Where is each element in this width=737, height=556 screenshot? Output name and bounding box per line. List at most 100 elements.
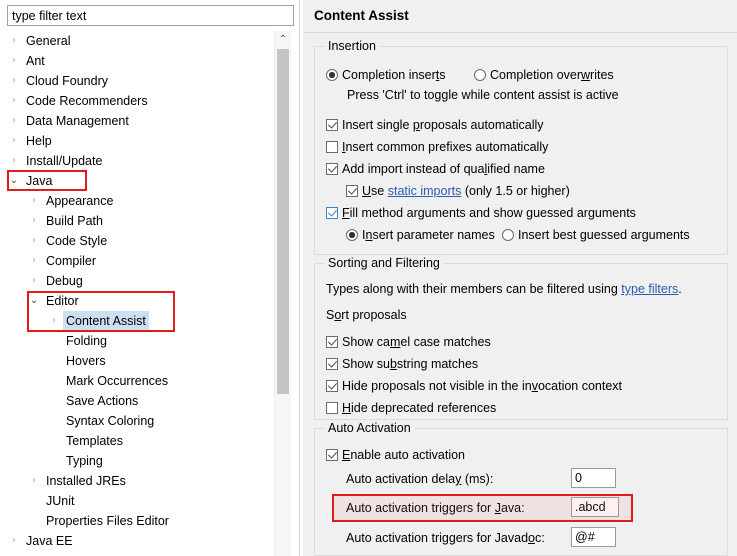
chevron-right-icon[interactable]: › xyxy=(6,71,22,91)
show-camel-case-checkbox[interactable]: Show camel case matches xyxy=(326,333,491,351)
static-imports-link[interactable]: static imports xyxy=(388,184,462,198)
scroll-up-arrow-icon[interactable]: ⌃ xyxy=(275,31,291,48)
chevron-right-icon[interactable]: › xyxy=(26,191,42,211)
chevron-right-icon[interactable]: › xyxy=(6,131,22,151)
tree-item-label: Install/Update xyxy=(26,154,103,168)
enable-auto-activation-checkbox[interactable]: Enable auto activation xyxy=(326,446,465,464)
hide-not-visible-checkbox[interactable]: Hide proposals not visible in the invoca… xyxy=(326,377,622,395)
completion-inserts-radio[interactable]: Completion inserts xyxy=(326,66,446,84)
preferences-tree[interactable]: › General › Ant › Cloud Foundry › Code Recommen… xyxy=(0,31,272,556)
checkbox-indicator[interactable] xyxy=(326,402,338,414)
completion-overwrites-radio[interactable]: Completion overwrites xyxy=(474,66,614,84)
completion-inserts-label: Completion inserts xyxy=(342,68,446,82)
tree-item-properties-files-editor[interactable]: Properties Files Editor xyxy=(0,511,272,531)
chevron-down-icon[interactable]: ⌄ xyxy=(6,171,22,191)
checkbox-indicator[interactable] xyxy=(326,380,338,392)
tree-item-folding[interactable]: Folding xyxy=(0,331,272,351)
tree-item-general[interactable]: › General xyxy=(0,31,272,51)
insert-common-prefixes-checkbox[interactable]: Insert common prefixes automatically xyxy=(326,138,548,156)
auto-activation-delay-input[interactable] xyxy=(571,468,616,488)
tree-item-label: Mark Occurrences xyxy=(66,374,169,388)
insert-parameter-names-label: Insert parameter names xyxy=(362,228,495,242)
filter-input[interactable] xyxy=(7,5,294,26)
chevron-right-icon[interactable]: › xyxy=(26,271,42,291)
tree-item-data-management[interactable]: › Data Management xyxy=(0,111,272,131)
auto-activation-group-title: Auto Activation xyxy=(324,420,415,436)
tree-item-code-recommenders[interactable]: › Code Recommenders xyxy=(0,91,272,111)
checkbox-indicator[interactable] xyxy=(326,449,338,461)
chevron-right-icon[interactable]: › xyxy=(26,251,42,271)
chevron-right-icon[interactable]: › xyxy=(46,311,62,331)
chevron-right-icon[interactable]: › xyxy=(26,471,42,491)
tree-scrollbar[interactable]: ⌃ xyxy=(274,31,291,556)
tree-item-editor[interactable]: ⌄ Editor xyxy=(0,291,272,311)
tree-item-compiler[interactable]: › Compiler xyxy=(0,251,272,271)
hide-deprecated-label: Hide deprecated references xyxy=(342,401,497,415)
use-static-imports-checkbox[interactable]: Use static imports (only 1.5 or higher) xyxy=(346,182,570,200)
chevron-down-icon[interactable]: ⌄ xyxy=(26,291,42,311)
insert-parameter-names-radio[interactable]: Insert parameter names xyxy=(346,226,495,244)
tree-item-install-update[interactable]: › Install/Update xyxy=(0,151,272,171)
tree-item-debug[interactable]: › Debug xyxy=(0,271,272,291)
sorting-filtering-group-title: Sorting and Filtering xyxy=(324,255,444,271)
checkbox-indicator[interactable] xyxy=(326,141,338,153)
fill-method-arguments-label: Fill method arguments and show guessed a… xyxy=(342,206,636,220)
tree-item-label: Save Actions xyxy=(66,394,139,408)
hide-not-visible-label: Hide proposals not visible in the invoca… xyxy=(342,379,623,393)
tree-item-templates[interactable]: Templates xyxy=(0,431,272,451)
scrollbar-thumb[interactable] xyxy=(277,49,289,394)
tree-item-ant[interactable]: › Ant xyxy=(0,51,272,71)
chevron-right-icon[interactable]: › xyxy=(6,51,22,71)
radio-indicator[interactable] xyxy=(326,69,338,81)
tree-item-save-actions[interactable]: Save Actions xyxy=(0,391,272,411)
tree-item-appearance[interactable]: › Appearance xyxy=(0,191,272,211)
page-title: Content Assist xyxy=(314,8,409,23)
tree-item-label: Typing xyxy=(66,454,103,468)
chevron-right-icon[interactable]: › xyxy=(26,211,42,231)
checkbox-indicator[interactable] xyxy=(326,336,338,348)
tree-item-build-path[interactable]: › Build Path xyxy=(0,211,272,231)
radio-indicator[interactable] xyxy=(474,69,486,81)
tree-item-hovers[interactable]: Hovers xyxy=(0,351,272,371)
tree-item-mark-occurrences[interactable]: Mark Occurrences xyxy=(0,371,272,391)
chevron-right-icon[interactable]: › xyxy=(6,31,22,51)
checkbox-indicator[interactable] xyxy=(326,358,338,370)
checkbox-indicator[interactable] xyxy=(326,207,338,219)
chevron-right-icon[interactable]: › xyxy=(6,91,22,111)
insert-best-guessed-radio[interactable]: Insert best guessed arguments xyxy=(502,226,690,244)
auto-activation-java-triggers-input[interactable] xyxy=(571,497,619,517)
chevron-right-icon[interactable]: › xyxy=(6,111,22,131)
tree-item-java[interactable]: ⌄ Java xyxy=(0,171,272,191)
chevron-right-icon[interactable]: › xyxy=(26,231,42,251)
tree-item-content-assist[interactable]: › Content Assist xyxy=(0,311,272,331)
show-substring-label: Show substring matches xyxy=(342,357,479,371)
radio-indicator[interactable] xyxy=(502,229,514,241)
add-import-checkbox[interactable]: Add import instead of qualified name xyxy=(326,160,545,178)
auto-activation-javadoc-triggers-input[interactable] xyxy=(571,527,616,547)
tree-item-typing[interactable]: Typing xyxy=(0,451,272,471)
fill-method-arguments-checkbox[interactable]: Fill method arguments and show guessed a… xyxy=(326,204,636,222)
radio-indicator[interactable] xyxy=(346,229,358,241)
checkbox-indicator[interactable] xyxy=(346,185,358,197)
tree-item-label: Help xyxy=(26,134,52,148)
hide-deprecated-checkbox[interactable]: Hide deprecated references xyxy=(326,399,496,417)
checkbox-indicator[interactable] xyxy=(326,119,338,131)
insertion-group-title: Insertion xyxy=(324,38,380,54)
tree-item-help[interactable]: › Help xyxy=(0,131,272,151)
chevron-right-icon[interactable]: › xyxy=(6,531,22,551)
tree-item-label: Build Path xyxy=(46,214,103,228)
tree-item-syntax-coloring[interactable]: Syntax Coloring xyxy=(0,411,272,431)
show-camel-case-label: Show camel case matches xyxy=(342,335,491,349)
chevron-right-icon[interactable]: › xyxy=(6,151,22,171)
show-substring-checkbox[interactable]: Show substring matches xyxy=(326,355,478,373)
checkbox-indicator[interactable] xyxy=(326,163,338,175)
tree-item-junit[interactable]: JUnit xyxy=(0,491,272,511)
tree-item-java-ee[interactable]: › Java EE xyxy=(0,531,272,551)
tree-item-label: Data Management xyxy=(26,114,129,128)
type-filters-link[interactable]: type filters xyxy=(621,282,678,296)
insert-single-proposals-checkbox[interactable]: Insert single proposals automatically xyxy=(326,116,544,134)
insert-common-prefixes-label: Insert common prefixes automatically xyxy=(342,140,549,154)
tree-item-code-style[interactable]: › Code Style xyxy=(0,231,272,251)
tree-item-installed-jres[interactable]: › Installed JREs xyxy=(0,471,272,491)
tree-item-cloud-foundry[interactable]: › Cloud Foundry xyxy=(0,71,272,91)
